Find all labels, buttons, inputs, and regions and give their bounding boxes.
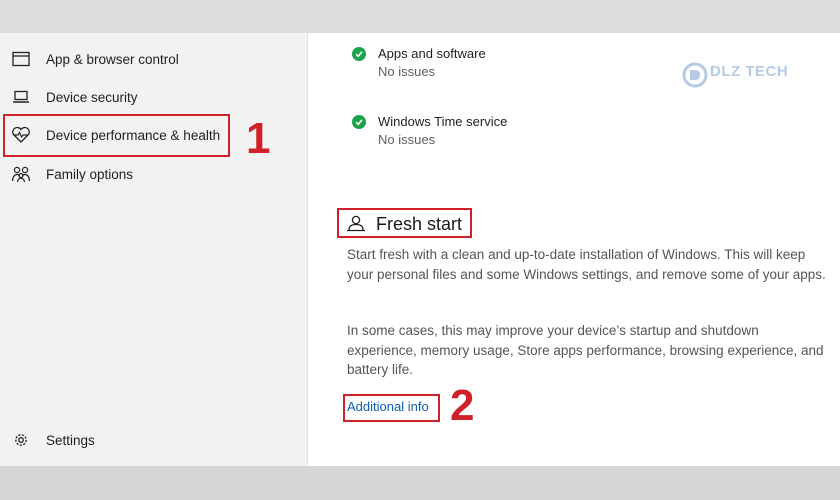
- status-value: No issues: [378, 64, 436, 79]
- fresh-start-title: Fresh start: [376, 214, 463, 234]
- fresh-start-icon: [346, 215, 366, 237]
- family-icon: [11, 164, 31, 184]
- browser-window-icon: [11, 49, 31, 69]
- status-name: Windows Time service: [378, 114, 508, 129]
- settings-label: Settings: [46, 432, 95, 448]
- status-value: No issues: [378, 132, 436, 147]
- gear-icon: [11, 430, 31, 450]
- sidebar-item-settings[interactable]: Settings: [0, 422, 307, 458]
- laptop-icon: [11, 87, 31, 107]
- top-frame: [0, 0, 840, 33]
- bottom-frame: [0, 466, 840, 500]
- sidebar-item-label: App & browser control: [46, 51, 179, 67]
- windows-security-window: App & browser control Device security De…: [0, 33, 840, 466]
- check-circle-icon: [352, 47, 366, 61]
- status-name: Apps and software: [378, 46, 486, 61]
- fresh-start-description: Start fresh with a clean and up-to-date …: [347, 247, 826, 282]
- check-circle-icon: [352, 115, 366, 129]
- sidebar-item-app-browser-control[interactable]: App & browser control: [0, 41, 307, 77]
- highlight-box-step-1: [3, 114, 230, 157]
- step-number-2: 2: [450, 381, 475, 430]
- fresh-start-benefits: In some cases, this may improve your dev…: [347, 323, 824, 377]
- highlight-box-step-2: [343, 394, 440, 422]
- sidebar: App & browser control Device security De…: [0, 33, 308, 466]
- sidebar-item-label: Device security: [46, 89, 138, 105]
- step-number-1: 1: [246, 114, 271, 163]
- sidebar-item-label: Family options: [46, 166, 134, 182]
- dlz-tech-watermark: DLZ TECH: [682, 61, 798, 91]
- logo-mark-icon: [682, 62, 708, 88]
- watermark-text: DLZ TECH: [710, 63, 789, 80]
- sidebar-item-device-security[interactable]: Device security: [0, 79, 307, 115]
